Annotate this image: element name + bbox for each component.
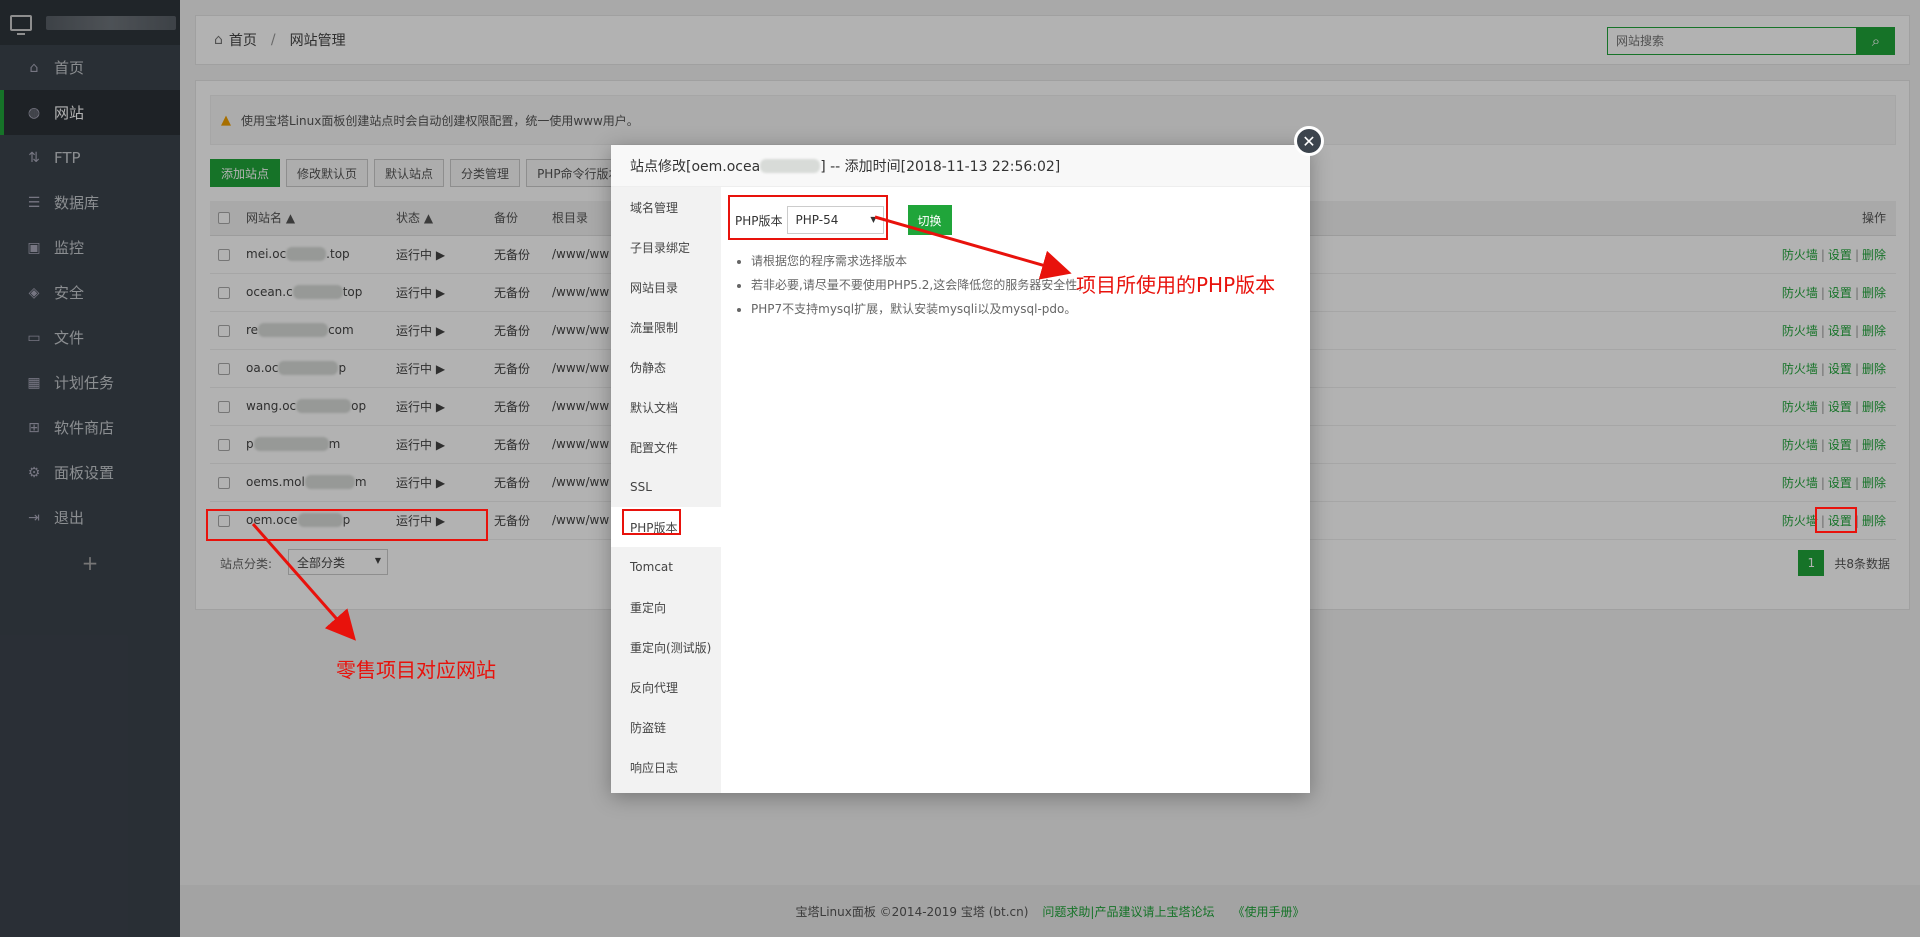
modal-nav-item[interactable]: 反向代理	[611, 667, 721, 707]
switch-button[interactable]: 切换	[907, 205, 952, 235]
annotation-box-php-version	[728, 195, 888, 240]
modal-title-prefix: 站点修改[oem.ocea	[630, 158, 761, 175]
modal-nav-item[interactable]: 响应日志	[611, 747, 721, 787]
annotation-box-settings-link	[1815, 507, 1857, 533]
site-edit-modal: 站点修改[oem.ocea ] -- 添加时间[2018-11-13 22:56…	[611, 126, 1324, 793]
modal-nav-item[interactable]: Tomcat	[611, 547, 721, 587]
modal-nav-item[interactable]: 默认文档	[611, 387, 721, 427]
close-icon: ✕	[1302, 131, 1316, 151]
modal-nav-item[interactable]: 防盗链	[611, 707, 721, 747]
modal-nav: 域名管理 子目录绑定 网站目录 流量限制 伪静态 默认文档 配置文件 SSL PHP版本 Tomc…	[611, 187, 721, 793]
modal-title: 站点修改[oem.ocea ] -- 添加时间[2018-11-13 22:56…	[611, 145, 1310, 187]
close-button[interactable]: ✕	[1294, 126, 1324, 156]
modal-nav-item[interactable]: 流量限制	[611, 307, 721, 347]
modal-nav-item[interactable]: SSL	[611, 467, 721, 507]
modal-nav-item[interactable]: 网站目录	[611, 267, 721, 307]
modal-nav-item[interactable]: 重定向	[611, 587, 721, 627]
tip-item: PHP7不支持mysql扩展，默认安装mysqli以及mysql-pdo。	[751, 297, 1310, 321]
blurred-domain	[760, 158, 821, 173]
modal-nav-item[interactable]: 配置文件	[611, 427, 721, 467]
annotation-box-php-tab	[622, 509, 681, 535]
annotation-box-site-row	[206, 509, 488, 541]
modal-nav-item[interactable]: 域名管理	[611, 187, 721, 227]
modal-nav-item[interactable]: 子目录绑定	[611, 227, 721, 267]
annotation-php-note: 项目所使用的PHP版本	[1076, 273, 1276, 297]
modal-title-suffix: ] -- 添加时间[2018-11-13 22:56:02]	[820, 158, 1061, 175]
modal-nav-item[interactable]: 伪静态	[611, 347, 721, 387]
modal-nav-item[interactable]: 重定向(测试版)	[611, 627, 721, 667]
annotation-site-note: 零售项目对应网站	[336, 658, 496, 682]
